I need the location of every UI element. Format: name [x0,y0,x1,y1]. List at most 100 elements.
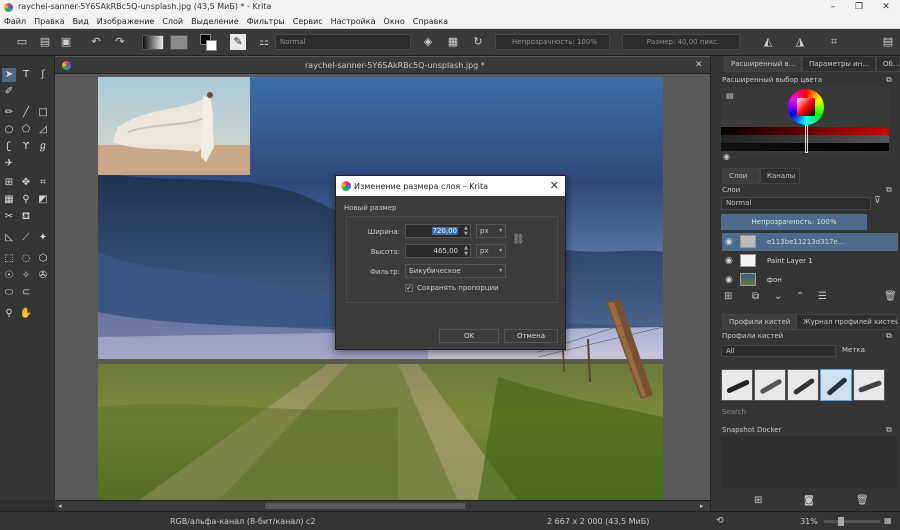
float-layers-icon[interactable]: ⧉ [886,185,892,195]
delete-snapshot-icon[interactable]: 🗑 [856,495,869,506]
magnetic-select-tool-icon[interactable]: ⊂ [19,286,33,300]
filter-select[interactable]: Бикубическое ▾ [405,264,506,278]
brush-preset-item-selected[interactable] [820,369,852,401]
measure-tool-icon[interactable]: ⟋ [19,231,33,245]
menu-layer[interactable]: Слой [158,15,187,29]
layer-opacity-slider[interactable]: Непрозрачность: 100% [721,214,867,230]
polygon-select-tool-icon[interactable]: ⬡ [36,252,50,266]
color-swatches[interactable] [200,34,218,51]
similar-select-tool-icon[interactable]: ✇ [36,269,50,283]
freehand-select-tool-icon[interactable]: ☉ [2,269,16,283]
pattern-swatch[interactable] [170,35,188,50]
wrap-around-icon[interactable]: ⌗ [826,34,842,50]
cancel-button[interactable]: Отмена [504,329,558,343]
tab-overview[interactable]: Об... [876,56,900,72]
assistant-tool-icon[interactable]: ◺ [2,231,16,245]
reload-preset-icon[interactable]: ↻ [470,34,486,50]
alpha-lock-icon[interactable]: ▦ [445,34,461,50]
brush-preset-icon[interactable]: ✎ [230,34,246,50]
menu-settings[interactable]: Настройка [327,15,380,29]
rotate-icon[interactable]: ⟲ [716,516,724,526]
scroll-right-icon[interactable]: ▸ [700,502,704,510]
color-picker-tool-icon[interactable]: ⚲ [19,193,33,207]
menu-view[interactable]: Вид [69,15,93,29]
new-document-icon[interactable]: ▭ [14,34,30,50]
select-shapes-tool-icon[interactable]: ➤ [2,68,16,82]
keep-ratio-checkbox[interactable]: ✓ [405,284,413,292]
color-settings-icon[interactable]: ▤ [726,91,734,100]
menu-edit[interactable]: Правка [30,15,68,29]
polygon-tool-icon[interactable]: ⬠ [19,123,33,137]
color-selector-widget[interactable]: ▤ [721,87,889,153]
mirror-horizontal-icon[interactable]: ◭ [760,34,776,50]
delete-layer-icon[interactable]: 🗑 [884,291,897,302]
freehand-path-tool-icon[interactable]: ϒ [19,140,33,154]
docker-menu-icon[interactable]: ▤ [880,34,896,50]
vertical-scrollbar[interactable] [710,56,718,511]
bezier-tool-icon[interactable]: ʗ [2,140,16,154]
horizontal-scrollbar[interactable]: ◂ ▸ [55,500,710,511]
dynamic-brush-tool-icon[interactable]: ℊ [36,140,50,154]
layer-row[interactable]: ◉ Paint Layer 1 [722,252,898,270]
polyline-tool-icon[interactable]: ◿ [36,123,50,137]
menu-file[interactable]: Файл [0,15,30,29]
smart-patch-tool-icon[interactable]: ✂ [2,210,16,224]
zoom-tool-icon[interactable]: ⚲ [2,307,16,321]
scroll-thumb[interactable] [265,503,465,509]
visibility-eye-icon[interactable]: ◉ [725,275,733,285]
tab-channels[interactable]: Каналы [760,168,800,184]
gradient-tool-icon[interactable]: ▦ [2,193,16,207]
snapshot-list[interactable] [721,436,897,488]
color-triangle[interactable] [797,98,815,116]
open-document-icon[interactable]: ▤ [37,34,53,50]
document-tab[interactable]: raychel-sanner-5Y6SAkRBc5Q-unsplash.jpg … [55,57,710,74]
ellipse-select-tool-icon[interactable]: ◌ [19,252,33,266]
height-unit-select[interactable]: px ▾ [476,244,506,258]
line-tool-icon[interactable]: ╱ [19,106,33,120]
ellipse-tool-icon[interactable]: ○ [2,123,16,137]
brush-tag-filter[interactable]: All [721,345,836,357]
color-history-icon[interactable]: ◉ [723,152,730,161]
pan-tool-icon[interactable]: ✋ [19,307,33,321]
save-icon[interactable]: ▣ [58,34,74,50]
brush-search-label[interactable]: Search [722,408,746,416]
close-document-button[interactable]: ✕ [695,60,703,70]
layer-properties-icon[interactable]: ☰ [818,291,827,302]
reference-tool-icon[interactable]: ✦ [36,231,50,245]
mirror-vertical-icon[interactable]: ◮ [792,34,808,50]
bezier-select-tool-icon[interactable]: ⬭ [2,286,16,300]
zoom-slider[interactable] [824,517,880,526]
tab-brush-history[interactable]: Журнал профилей кистей [796,314,898,330]
reference-photo-layer[interactable] [98,77,250,175]
float-docker-icon[interactable]: ⧉ [886,75,892,85]
menu-help[interactable]: Справка [409,15,452,29]
close-window-button[interactable]: ✕ [873,0,899,15]
tab-brush-presets[interactable]: Профили кистей [722,314,796,330]
rectangle-tool-icon[interactable]: □ [36,106,50,120]
ok-button[interactable]: OK [439,329,499,343]
brush-preset-item[interactable] [721,369,753,401]
move-layer-up-icon[interactable]: ⌃ [796,291,804,302]
gradient-swatch[interactable] [142,35,164,50]
size-slider[interactable]: Размер: 40,00 пикс. [622,34,740,50]
width-input[interactable]: 720,00 ▲ ▼ [405,224,471,238]
camera-icon[interactable]: ◙ [804,495,814,506]
blend-mode-combo[interactable]: Normal [275,34,411,50]
crop-tool-icon[interactable]: ⌗ [36,176,50,190]
brush-preset-item[interactable] [754,369,786,401]
undo-icon[interactable]: ↶ [88,34,104,50]
add-layer-icon[interactable]: ⊞ [724,291,732,302]
multibrush-tool-icon[interactable]: ✈ [2,157,16,171]
height-spin-arrows[interactable]: ▲ ▼ [464,245,468,257]
brush-tag-label[interactable]: Метка [842,346,865,354]
menu-window[interactable]: Окно [380,15,409,29]
color-wheel[interactable] [788,89,824,125]
menu-select[interactable]: Выделение [187,15,243,29]
layer-filter-icon[interactable]: ⊽ [874,196,881,206]
transform-tool-icon[interactable]: ⊞ [2,176,16,190]
calligraphy-tool-icon[interactable]: ʃ [36,68,50,82]
tab-layers[interactable]: Слои [722,168,760,184]
aspect-chain-icon[interactable]: ⛓ [512,234,525,245]
brush-settings-icon[interactable]: ⚏ [256,34,272,50]
zoom-slider-handle[interactable] [838,517,844,526]
